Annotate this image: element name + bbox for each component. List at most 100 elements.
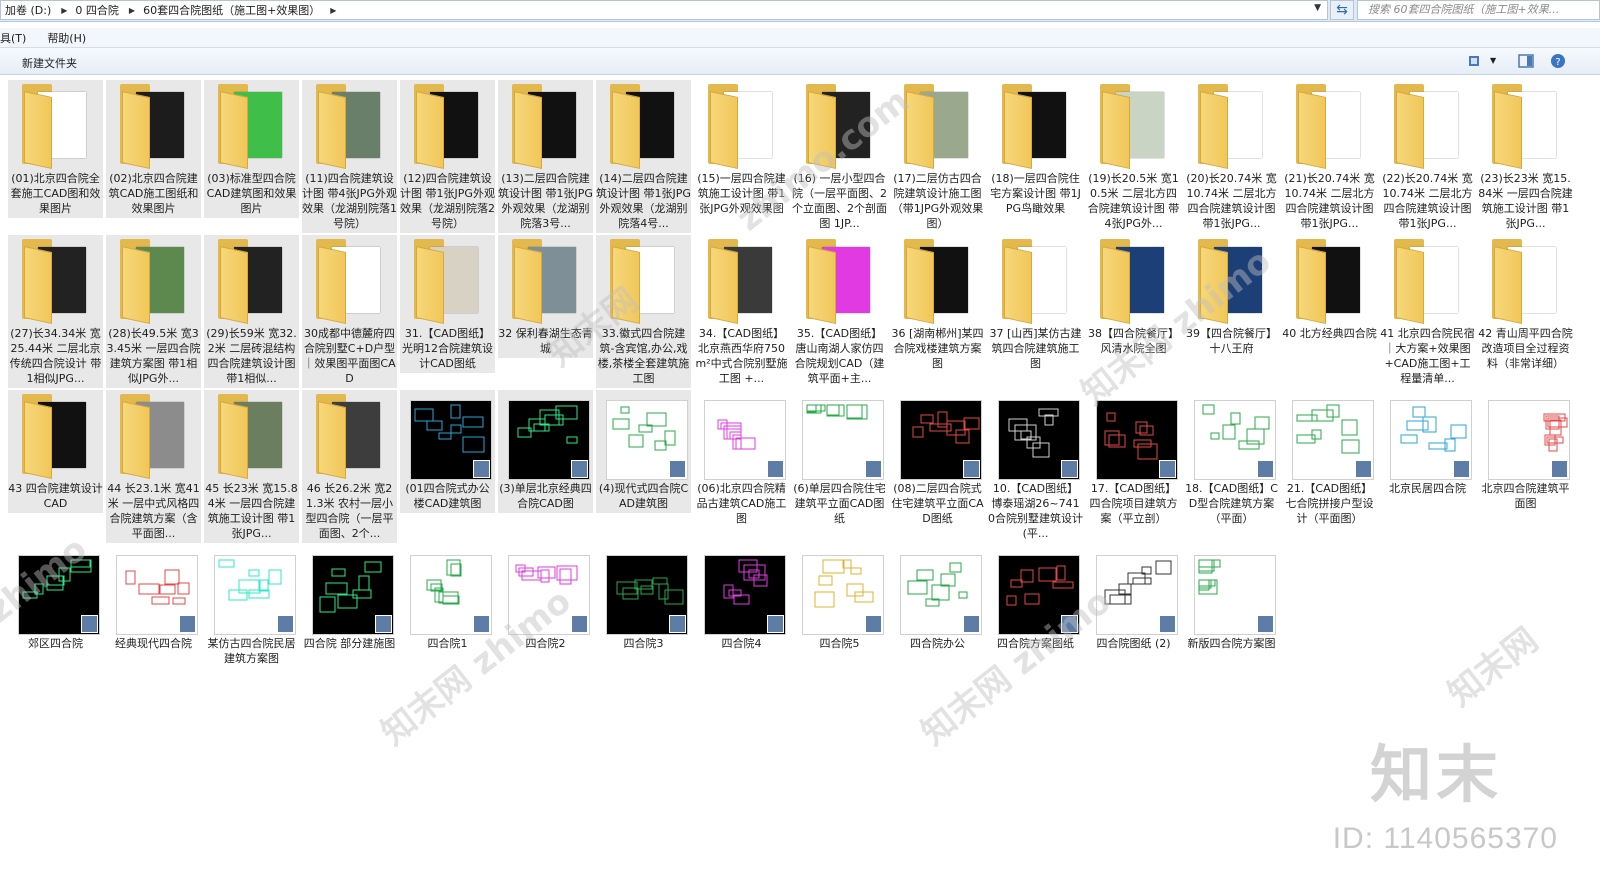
- cad-file-item[interactable]: 四合院办公: [890, 545, 985, 653]
- folder-item[interactable]: 35.【CAD图纸】唐山南湖人家仿四合院规划CAD（建筑平面+主...: [792, 235, 887, 388]
- menu-help[interactable]: 帮助(H): [47, 30, 93, 46]
- folder-item[interactable]: 32 保利春湖生态青城: [498, 235, 593, 358]
- cad-drawing-preview: [723, 559, 768, 605]
- cad-file-item[interactable]: 某仿古四合院民居建筑方案图: [204, 545, 299, 668]
- chevron-down-icon[interactable]: ▼: [1490, 56, 1496, 65]
- cad-file-item[interactable]: 四合院方案图纸: [988, 545, 1083, 653]
- cad-file-item[interactable]: (01四合院式办公楼CAD建筑图: [400, 390, 495, 513]
- folder-item[interactable]: (17)二层仿古四合院建筑设计施工图（带1JPG外观效果图）: [890, 80, 985, 233]
- cad-file-item[interactable]: 四合院2: [498, 545, 593, 653]
- folder-item[interactable]: 37 [山西]某仿古建筑四合院建筑施工图: [988, 235, 1083, 373]
- item-label: 37 [山西]某仿古建筑四合院建筑施工图: [989, 327, 1082, 370]
- folder-item[interactable]: 45 长23米 宽15.84米 一层四合院建筑施工设计图 带1张JPG...: [204, 390, 299, 543]
- folder-item[interactable]: 31.【CAD图纸】光明12合院建筑设计CAD图纸: [400, 235, 495, 373]
- chevron-right-icon[interactable]: ▶: [57, 6, 71, 15]
- folder-item[interactable]: (18)一层四合院住宅方案设计图 带1JPG鸟瞰效果: [988, 80, 1083, 218]
- item-label: (03)标准型四合院CAD建筑图和效果图片: [204, 168, 299, 218]
- breadcrumb-drive[interactable]: 加卷 (D:): [1, 2, 57, 18]
- folder-item[interactable]: 36 [湖南郴州]某四合院戏楼建筑方案图: [890, 235, 985, 373]
- cad-file-item[interactable]: 17.【CAD图纸】四合院项目建筑方案（平立剖）: [1086, 390, 1181, 528]
- folder-icon: [1282, 235, 1377, 324]
- folder-item[interactable]: (03)标准型四合院CAD建筑图和效果图片: [204, 80, 299, 218]
- cad-drawing-preview: [1104, 560, 1172, 605]
- item-label: 46 长26.2米 宽21.3米 农村一层小型四合院（一层平面图、2个...: [302, 478, 397, 543]
- preview-pane-icon[interactable]: [1518, 53, 1534, 69]
- folder-item[interactable]: (11)四合院建筑设计图 带4张JPG外观效果（龙湖别院落1号院）: [302, 80, 397, 233]
- file-type-icon: [963, 615, 980, 633]
- item-label: 41 北京四合院民宿｜大方案+效果图+CAD施工图+工程量清单...: [1380, 327, 1475, 385]
- cad-file-item[interactable]: 郊区四合院: [8, 545, 103, 653]
- folder-icon: [302, 235, 397, 324]
- folder-item[interactable]: (28)长49.5米 宽33.45米 一层四合院建筑方案图 带1相似JPG外..…: [106, 235, 201, 388]
- cad-thumbnail: [204, 545, 299, 635]
- folder-item[interactable]: (23)长23米 宽15.84米 一层四合院建筑施工设计图 带1张JPG...: [1478, 80, 1573, 233]
- cad-file-item[interactable]: 新版四合院方案图: [1184, 545, 1279, 653]
- item-label: 四合院方案图纸: [997, 637, 1074, 650]
- folder-icon: [890, 80, 985, 169]
- cad-file-item[interactable]: 18.【CAD图纸】CD型合院建筑方案（平面）: [1184, 390, 1279, 528]
- file-type-icon: [81, 615, 98, 633]
- cad-thumbnail: [890, 545, 985, 635]
- cad-file-item[interactable]: 四合院图纸 (2): [1086, 545, 1181, 653]
- cad-file-item[interactable]: 四合院3: [596, 545, 691, 653]
- folder-item[interactable]: 44 长23.1米 宽41米 一层中式风格四合院建筑方案（含平面图...: [106, 390, 201, 543]
- folder-item[interactable]: (16) 一层小型四合院（一层平面图、2个立面图、2个剖面图 1JP...: [792, 80, 887, 233]
- search-input[interactable]: 搜索 60套四合院图纸（施工图+效果...: [1357, 0, 1600, 20]
- file-type-icon: [669, 615, 686, 633]
- cad-file-item[interactable]: (08)二层四合院式住宅建筑平立面CAD图纸: [890, 390, 985, 528]
- folder-item[interactable]: (29)长59米 宽32.2米 二层砖混结构四合院建筑设计图 带1相似...: [204, 235, 299, 388]
- cad-file-item[interactable]: 四合院 部分建施图: [302, 545, 397, 653]
- cad-file-item[interactable]: 21.【CAD图纸】七合院拼接户型设计（平面图）: [1282, 390, 1377, 528]
- cad-file-item[interactable]: 10.【CAD图纸】博泰瑶湖26~7410合院别墅建筑设计(平...: [988, 390, 1083, 543]
- cad-thumbnail: [400, 545, 495, 635]
- folder-item[interactable]: (19)长20.5米 宽10.5米 二层北方四合院建筑设计图 带4张JPG外..…: [1086, 80, 1181, 233]
- folder-item[interactable]: (01)北京四合院全套施工CAD图和效果图片: [8, 80, 103, 218]
- folder-item[interactable]: 30成都中德麓府四合院别墅C+D户型｜效果图平面图CAD: [302, 235, 397, 388]
- cad-file-item[interactable]: (3)单层北京经典四合院CAD图: [498, 390, 593, 513]
- chevron-right-icon[interactable]: ▶: [125, 6, 139, 15]
- cad-file-item[interactable]: (06)北京四合院精品古建筑CAD施工图: [694, 390, 789, 528]
- breadcrumb-folder-siheyuan[interactable]: 0 四合院: [71, 2, 125, 18]
- item-label: 四合院图纸 (2): [1096, 637, 1171, 650]
- chevron-down-icon[interactable]: ▼: [1314, 3, 1321, 13]
- folder-item[interactable]: 33.徽式四合院建筑-含宾馆,办公,戏楼,茶楼全套建筑施工图: [596, 235, 691, 388]
- cad-file-item[interactable]: 四合院1: [400, 545, 495, 653]
- folder-item[interactable]: 38【四合院餐厅】风清水院全图: [1086, 235, 1181, 358]
- cad-drawing-preview: [912, 411, 980, 444]
- chevron-right-icon[interactable]: ▶: [326, 6, 340, 15]
- folder-item[interactable]: (15)一层四合院建筑施工设计图 带1张JPG外观效果图: [694, 80, 789, 218]
- cad-file-item[interactable]: 北京民居四合院: [1380, 390, 1475, 498]
- folder-item[interactable]: (21)长20.74米 宽10.74米 二层北方四合院建筑设计图 带1张JPG.…: [1282, 80, 1377, 233]
- folder-item[interactable]: 43 四合院建筑设计 CAD: [8, 390, 103, 513]
- cad-drawing-preview: [1543, 413, 1568, 452]
- cad-file-item[interactable]: (6)单层四合院住宅建筑平立面CAD图纸: [792, 390, 887, 528]
- folder-item[interactable]: 41 北京四合院民宿｜大方案+效果图+CAD施工图+工程量清单...: [1380, 235, 1475, 388]
- folder-item[interactable]: (22)长20.74米 宽10.74米 二层北方四合院建筑设计图 带1张JPG.…: [1380, 80, 1475, 233]
- folder-item[interactable]: 42 青山周平四合院改造项目全过程资料（非常详细）: [1478, 235, 1573, 373]
- menu-tools[interactable]: 具(T): [0, 30, 33, 46]
- help-icon[interactable]: ?: [1550, 53, 1566, 69]
- view-options-icon[interactable]: [1468, 53, 1484, 69]
- cad-drawing-preview: [717, 419, 756, 450]
- cad-file-item[interactable]: 四合院5: [792, 545, 887, 653]
- folder-item[interactable]: (13)二层四合院建筑设计图 带1张JPG外观效果（龙湖别院落3号...: [498, 80, 593, 233]
- folder-item[interactable]: 34.【CAD图纸】北京燕西华府750m²中式合院别墅施工图 +...: [694, 235, 789, 388]
- folder-item[interactable]: (27)长34.34米 宽25.44米 二层北京传统四合院设计 带1相似JPG.…: [8, 235, 103, 388]
- cad-file-item[interactable]: 北京四合院建筑平面图: [1478, 390, 1573, 513]
- folder-item[interactable]: 46 长26.2米 宽21.3米 农村一层小型四合院（一层平面图、2个...: [302, 390, 397, 543]
- cad-file-item[interactable]: (4)现代式四合院CAD建筑图: [596, 390, 691, 513]
- new-folder-button[interactable]: 新建文件夹: [22, 55, 77, 71]
- cad-drawing-preview: [414, 404, 485, 453]
- folder-item[interactable]: (20)长20.74米 宽10.74米 二层北方四合院建筑设计图 带1张JPG.…: [1184, 80, 1279, 233]
- refresh-button[interactable]: ⇆: [1330, 0, 1354, 20]
- folder-item[interactable]: 39【四合院餐厅】十八王府: [1184, 235, 1279, 358]
- cad-file-item[interactable]: 四合院4: [694, 545, 789, 653]
- item-label: 18.【CAD图纸】CD型合院建筑方案（平面）: [1185, 482, 1278, 525]
- breadcrumb[interactable]: 加卷 (D:) ▶ 0 四合院 ▶ 60套四合院图纸（施工图+效果图） ▶ ▼: [0, 0, 1328, 20]
- cad-file-item[interactable]: 经典现代四合院: [106, 545, 201, 653]
- folder-item[interactable]: 40 北方经典四合院: [1282, 235, 1377, 343]
- folder-item[interactable]: (12)四合院建筑设计图 带1张JPG外观效果（龙湖别院落2号院）: [400, 80, 495, 233]
- folder-item[interactable]: (02)北京四合院建筑CAD施工图纸和效果图片: [106, 80, 201, 218]
- breadcrumb-current-folder[interactable]: 60套四合院图纸（施工图+效果图）: [139, 2, 326, 18]
- folder-item[interactable]: (14)二层四合院建筑设计图 带1张JPG外观效果（龙湖别院落4号...: [596, 80, 691, 233]
